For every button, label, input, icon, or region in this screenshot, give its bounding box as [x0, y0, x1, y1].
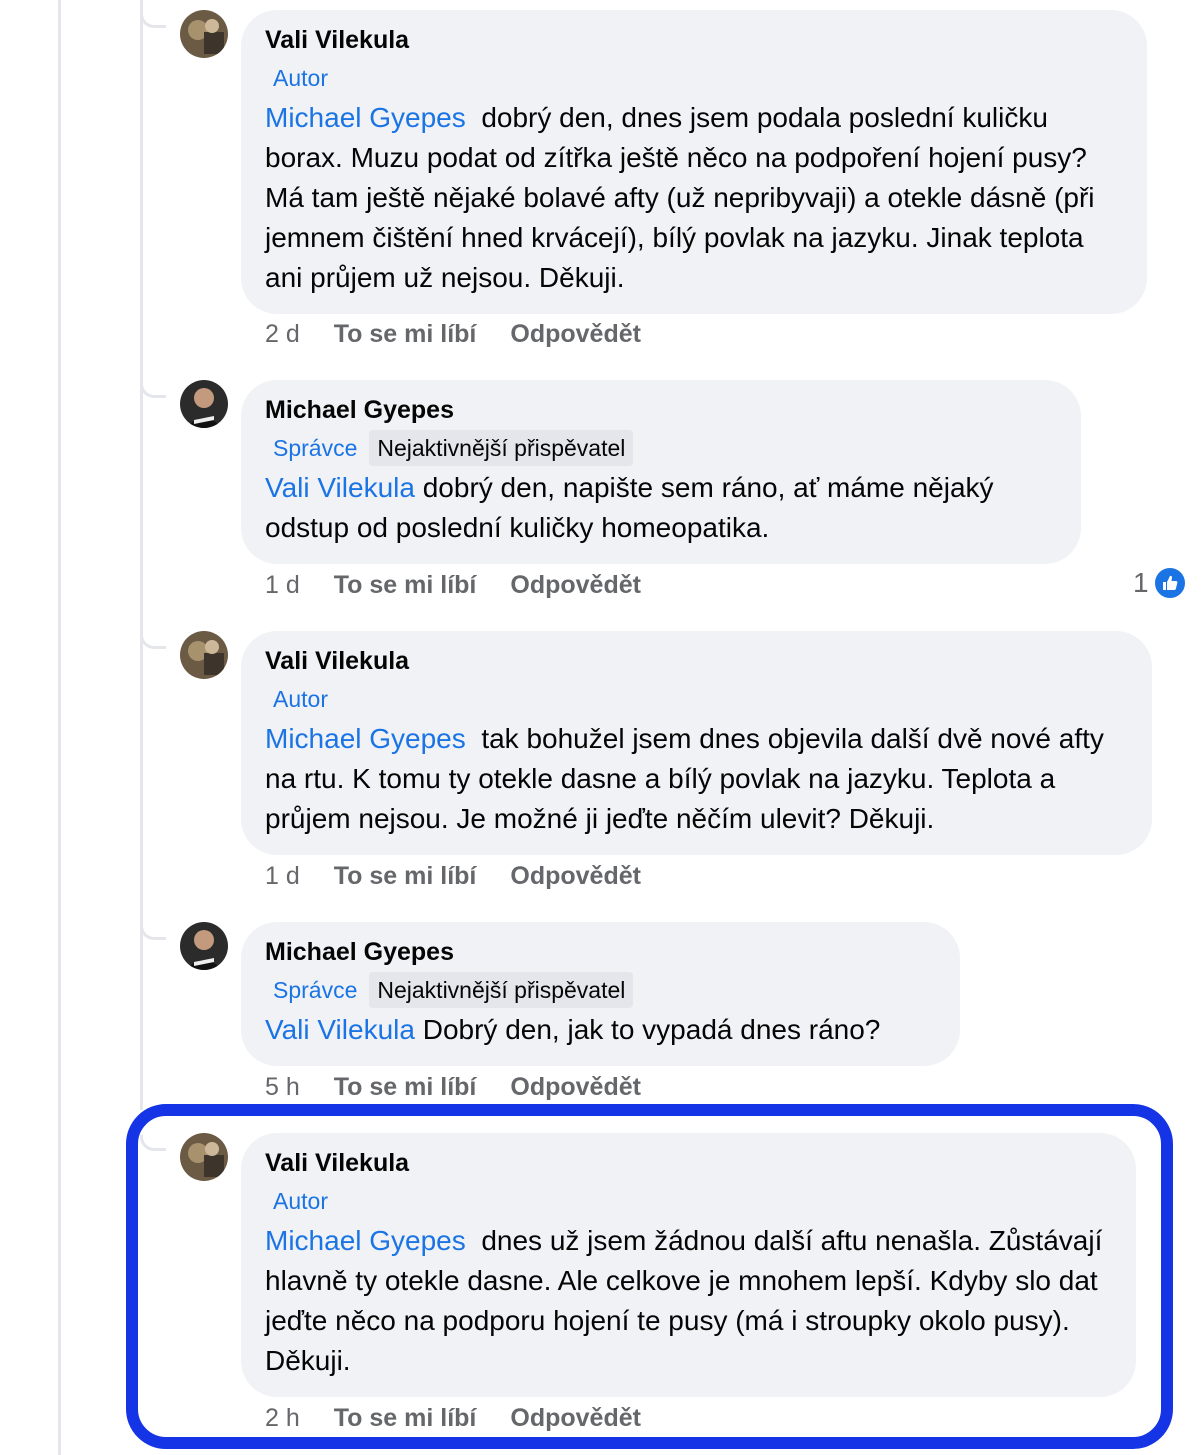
comment-author[interactable]: Michael Gyepes: [265, 936, 936, 968]
reply-button[interactable]: Odpovědět: [510, 318, 641, 350]
like-button[interactable]: To se mi líbí: [334, 569, 477, 601]
like-button[interactable]: To se mi líbí: [334, 1071, 477, 1103]
comment-time[interactable]: 1 d: [265, 860, 300, 892]
comment-actions: 1 d To se mi líbí Odpovědět: [265, 860, 641, 892]
comment-text: Michael Gyepes tak bohužel jsem dnes obj…: [265, 719, 1128, 839]
author-badge: Autor: [273, 686, 328, 712]
thread-line: [58, 0, 61, 1455]
avatar-michael-gyepes[interactable]: [180, 380, 228, 428]
badges: Autor: [265, 60, 1123, 96]
comment-actions: 5 h To se mi líbí Odpovědět: [265, 1071, 641, 1103]
comment-text: Vali Vilekula Dobrý den, jak to vypadá d…: [265, 1010, 936, 1050]
reaction-count: 1: [1133, 567, 1149, 598]
badges: Správce Nejaktivnější přispěvatel: [265, 972, 936, 1008]
comment-time[interactable]: 5 h: [265, 1071, 300, 1103]
avatar-michael-gyepes[interactable]: [180, 922, 228, 970]
avatar-vali-vilekula[interactable]: [180, 631, 228, 679]
avatar-vali-vilekula[interactable]: [180, 10, 228, 58]
like-button[interactable]: To se mi líbí: [334, 318, 477, 350]
mention-link[interactable]: Michael Gyepes: [265, 102, 466, 133]
badges: Autor: [265, 681, 1128, 717]
comment-text: Michael Gyepes dobrý den, dnes jsem poda…: [265, 98, 1123, 298]
admin-badge: Správce: [273, 435, 358, 461]
reply-connector: [140, 633, 166, 649]
reply-thread-line: [140, 0, 143, 1110]
author-badge: Autor: [273, 65, 328, 91]
badges: Správce Nejaktivnější přispěvatel: [265, 430, 1057, 466]
highlight-frame: [126, 1104, 1173, 1449]
reply-button[interactable]: Odpovědět: [510, 860, 641, 892]
comment-text: Vali Vilekula dobrý den, napište sem rán…: [265, 468, 1057, 548]
top-contributor-badge: Nejaktivnější přispěvatel: [369, 430, 634, 466]
reply-button[interactable]: Odpovědět: [510, 1071, 641, 1103]
comment-author[interactable]: Michael Gyepes: [265, 394, 1057, 426]
mention-link[interactable]: Michael Gyepes: [265, 723, 466, 754]
mention-link[interactable]: Vali Vilekula: [265, 1014, 415, 1045]
reaction-summary[interactable]: 1: [1133, 566, 1187, 600]
reply-button[interactable]: Odpovědět: [510, 569, 641, 601]
comment-actions: 1 d To se mi líbí Odpovědět: [265, 569, 641, 601]
mention-link[interactable]: Vali Vilekula: [265, 472, 415, 503]
reply-connector: [140, 924, 166, 940]
comment-actions: 2 d To se mi líbí Odpovědět: [265, 318, 641, 350]
comment-body: Dobrý den, jak to vypadá dnes ráno?: [422, 1014, 881, 1045]
top-contributor-badge: Nejaktivnější přispěvatel: [369, 972, 634, 1008]
comment-time[interactable]: 2 d: [265, 318, 300, 350]
comment-time[interactable]: 1 d: [265, 569, 300, 601]
admin-badge: Správce: [273, 977, 358, 1003]
reply-connector: [140, 382, 166, 398]
thumbs-up-icon: [1152, 566, 1187, 600]
reply-connector: [140, 12, 166, 28]
like-button[interactable]: To se mi líbí: [334, 860, 477, 892]
comment-author[interactable]: Vali Vilekula: [265, 645, 1128, 677]
comment-bubble: Michael Gyepes Správce Nejaktivnější při…: [241, 380, 1081, 564]
comment-bubble: Michael Gyepes Správce Nejaktivnější při…: [241, 922, 960, 1066]
comment-bubble: Vali Vilekula Autor Michael Gyepes tak b…: [241, 631, 1152, 855]
comment-bubble: Vali Vilekula Autor Michael Gyepes dobrý…: [241, 10, 1147, 314]
comment-author[interactable]: Vali Vilekula: [265, 24, 1123, 56]
